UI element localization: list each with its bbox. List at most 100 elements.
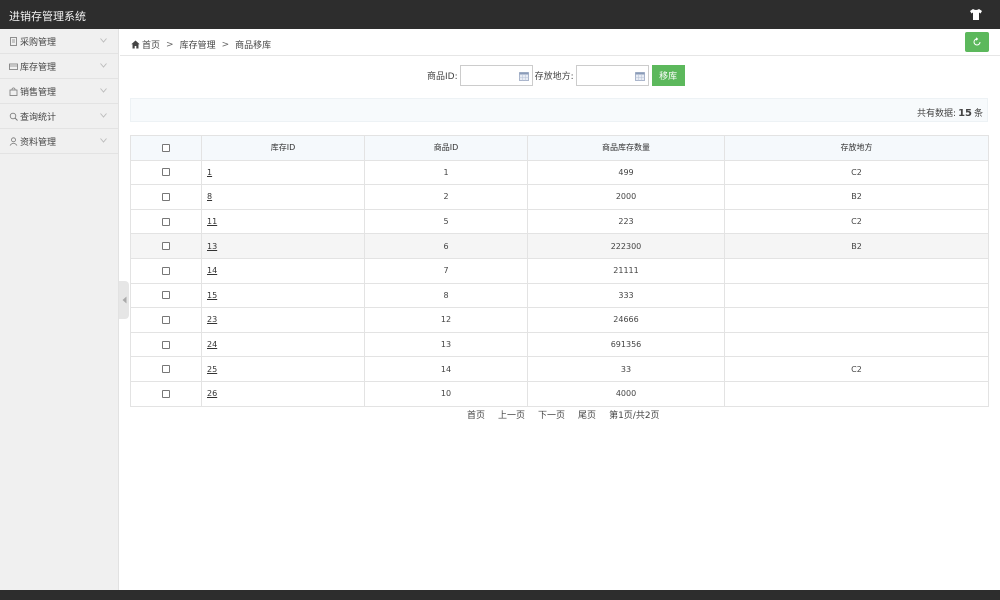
- bag-icon: [9, 87, 18, 96]
- quantity-cell: 4000: [527, 380, 725, 407]
- location-cell: B2: [724, 184, 989, 210]
- select-all-checkbox[interactable]: [162, 143, 170, 152]
- row-checkbox[interactable]: [162, 291, 170, 300]
- sidebar-item-data[interactable]: 资料管理: [0, 129, 118, 154]
- location-cell: [724, 307, 989, 333]
- breadcrumb-bar: 首页 > 库存管理 > 商品移库: [120, 29, 1000, 56]
- row-checkbox[interactable]: [162, 168, 170, 177]
- card-icon: [9, 62, 18, 71]
- pager-first[interactable]: 首页: [467, 408, 485, 421]
- stock-id-cell: 1: [201, 159, 365, 186]
- checkbox-cell: [130, 356, 202, 382]
- quantity-cell: 691356: [527, 331, 725, 358]
- sidebar-item-label: 资料管理: [20, 137, 57, 148]
- column-header: 商品库存数量: [527, 135, 725, 161]
- sidebar-item-purchase[interactable]: 采购管理: [0, 29, 118, 54]
- stock-id-link[interactable]: 15: [207, 291, 217, 300]
- breadcrumb-separator: >: [221, 39, 230, 50]
- row-checkbox[interactable]: [162, 315, 170, 324]
- stock-id-cell: 26: [201, 380, 365, 407]
- table-row: 25 14 33 C2: [130, 356, 989, 382]
- location-label: 存放地方:: [534, 72, 574, 82]
- quantity-cell: 499: [527, 159, 725, 186]
- sidebar-collapse-handle[interactable]: [119, 281, 129, 319]
- location-cell: C2: [724, 208, 989, 235]
- stock-id-link[interactable]: 8: [207, 192, 212, 201]
- top-bar: 进销存管理系统: [0, 0, 1000, 29]
- location-field[interactable]: [575, 65, 649, 86]
- breadcrumb-separator: >: [166, 39, 174, 50]
- select-all-cell: [130, 135, 202, 161]
- stock-id-link[interactable]: 25: [207, 365, 217, 374]
- sidebar-item-sales[interactable]: 销售管理: [0, 79, 118, 104]
- pager-next[interactable]: 下一页: [538, 408, 565, 421]
- stock-id-link[interactable]: 24: [207, 340, 217, 349]
- location-cell: B2: [724, 233, 989, 259]
- row-checkbox[interactable]: [162, 192, 170, 201]
- move-stock-button[interactable]: 移库: [651, 65, 685, 86]
- sidebar-item-query[interactable]: 查询统计: [0, 104, 118, 129]
- breadcrumb-current: 商品移库: [235, 41, 272, 51]
- product-id-cell: 7: [364, 257, 528, 284]
- stock-id-link[interactable]: 11: [207, 217, 217, 226]
- home-icon: [131, 40, 140, 49]
- sidebar-item-label: 查询统计: [20, 112, 57, 123]
- stock-id-cell: 25: [201, 356, 365, 382]
- shirt-icon[interactable]: [970, 9, 982, 20]
- product-id-cell: 12: [364, 307, 528, 333]
- product-id-cell: 14: [364, 356, 528, 382]
- location-cell: [724, 282, 989, 309]
- stock-id-link[interactable]: 1: [207, 168, 212, 177]
- pager-prev[interactable]: 上一页: [498, 408, 525, 421]
- table-row: 1 1 499 C2: [130, 159, 989, 186]
- calendar-icon[interactable]: [518, 71, 529, 81]
- product-id-cell: 13: [364, 331, 528, 358]
- checkbox-cell: [130, 159, 202, 186]
- checkbox-cell: [130, 282, 202, 309]
- table-header-row: 库存ID 商品ID 商品库存数量 存放地方: [130, 135, 989, 161]
- row-checkbox[interactable]: [162, 242, 170, 251]
- chevron-down-icon: [100, 63, 107, 68]
- user-icon: [9, 136, 18, 146]
- calendar-icon[interactable]: [634, 71, 645, 81]
- refresh-button[interactable]: [965, 32, 989, 52]
- product-id-cell: 8: [364, 282, 528, 309]
- pager-last[interactable]: 尾页: [578, 408, 596, 421]
- stock-id-link[interactable]: 26: [207, 389, 217, 398]
- product-id-cell: 5: [364, 208, 528, 235]
- table-row: 14 7 21111: [130, 257, 989, 284]
- stock-id-cell: 11: [201, 208, 365, 235]
- total-number: 15: [958, 108, 972, 119]
- app-title: 进销存管理系统: [9, 10, 86, 23]
- row-checkbox[interactable]: [162, 365, 170, 374]
- product-id-cell: 2: [364, 184, 528, 210]
- stock-id-link[interactable]: 14: [207, 266, 217, 275]
- product-id-field[interactable]: [459, 65, 533, 86]
- quantity-cell: 2000: [527, 184, 725, 210]
- stock-id-link[interactable]: 23: [207, 315, 217, 324]
- bottom-bar: [0, 590, 1000, 600]
- quantity-cell: 24666: [527, 307, 725, 333]
- quantity-cell: 223: [527, 208, 725, 235]
- breadcrumb-section[interactable]: 库存管理: [180, 38, 216, 51]
- location-cell: C2: [724, 356, 989, 382]
- sidebar-item-label: 销售管理: [20, 87, 57, 98]
- checkbox-cell: [130, 307, 202, 333]
- row-checkbox[interactable]: [162, 217, 170, 226]
- row-checkbox[interactable]: [162, 389, 170, 398]
- sidebar-item-label: 采购管理: [20, 37, 57, 48]
- breadcrumb-home[interactable]: 首页: [142, 38, 160, 51]
- sidebar: 采购管理 库存管理 销售管理 查询统计 资料管理: [0, 29, 119, 590]
- chevron-down-icon: [100, 113, 107, 118]
- table-row: 24 13 691356: [130, 331, 989, 358]
- checkbox-cell: [130, 208, 202, 235]
- row-checkbox[interactable]: [162, 266, 170, 275]
- quantity-cell: 33: [527, 356, 725, 382]
- row-checkbox[interactable]: [162, 340, 170, 349]
- sidebar-item-inventory[interactable]: 库存管理: [0, 54, 118, 79]
- checkbox-cell: [130, 257, 202, 284]
- location-cell: [724, 257, 989, 284]
- stock-id-link[interactable]: 13: [207, 242, 217, 251]
- table-row: 11 5 223 C2: [130, 208, 989, 235]
- stock-table: 库存ID 商品ID 商品库存数量 存放地方 1 1 499 C2 8 2 200…: [130, 135, 989, 407]
